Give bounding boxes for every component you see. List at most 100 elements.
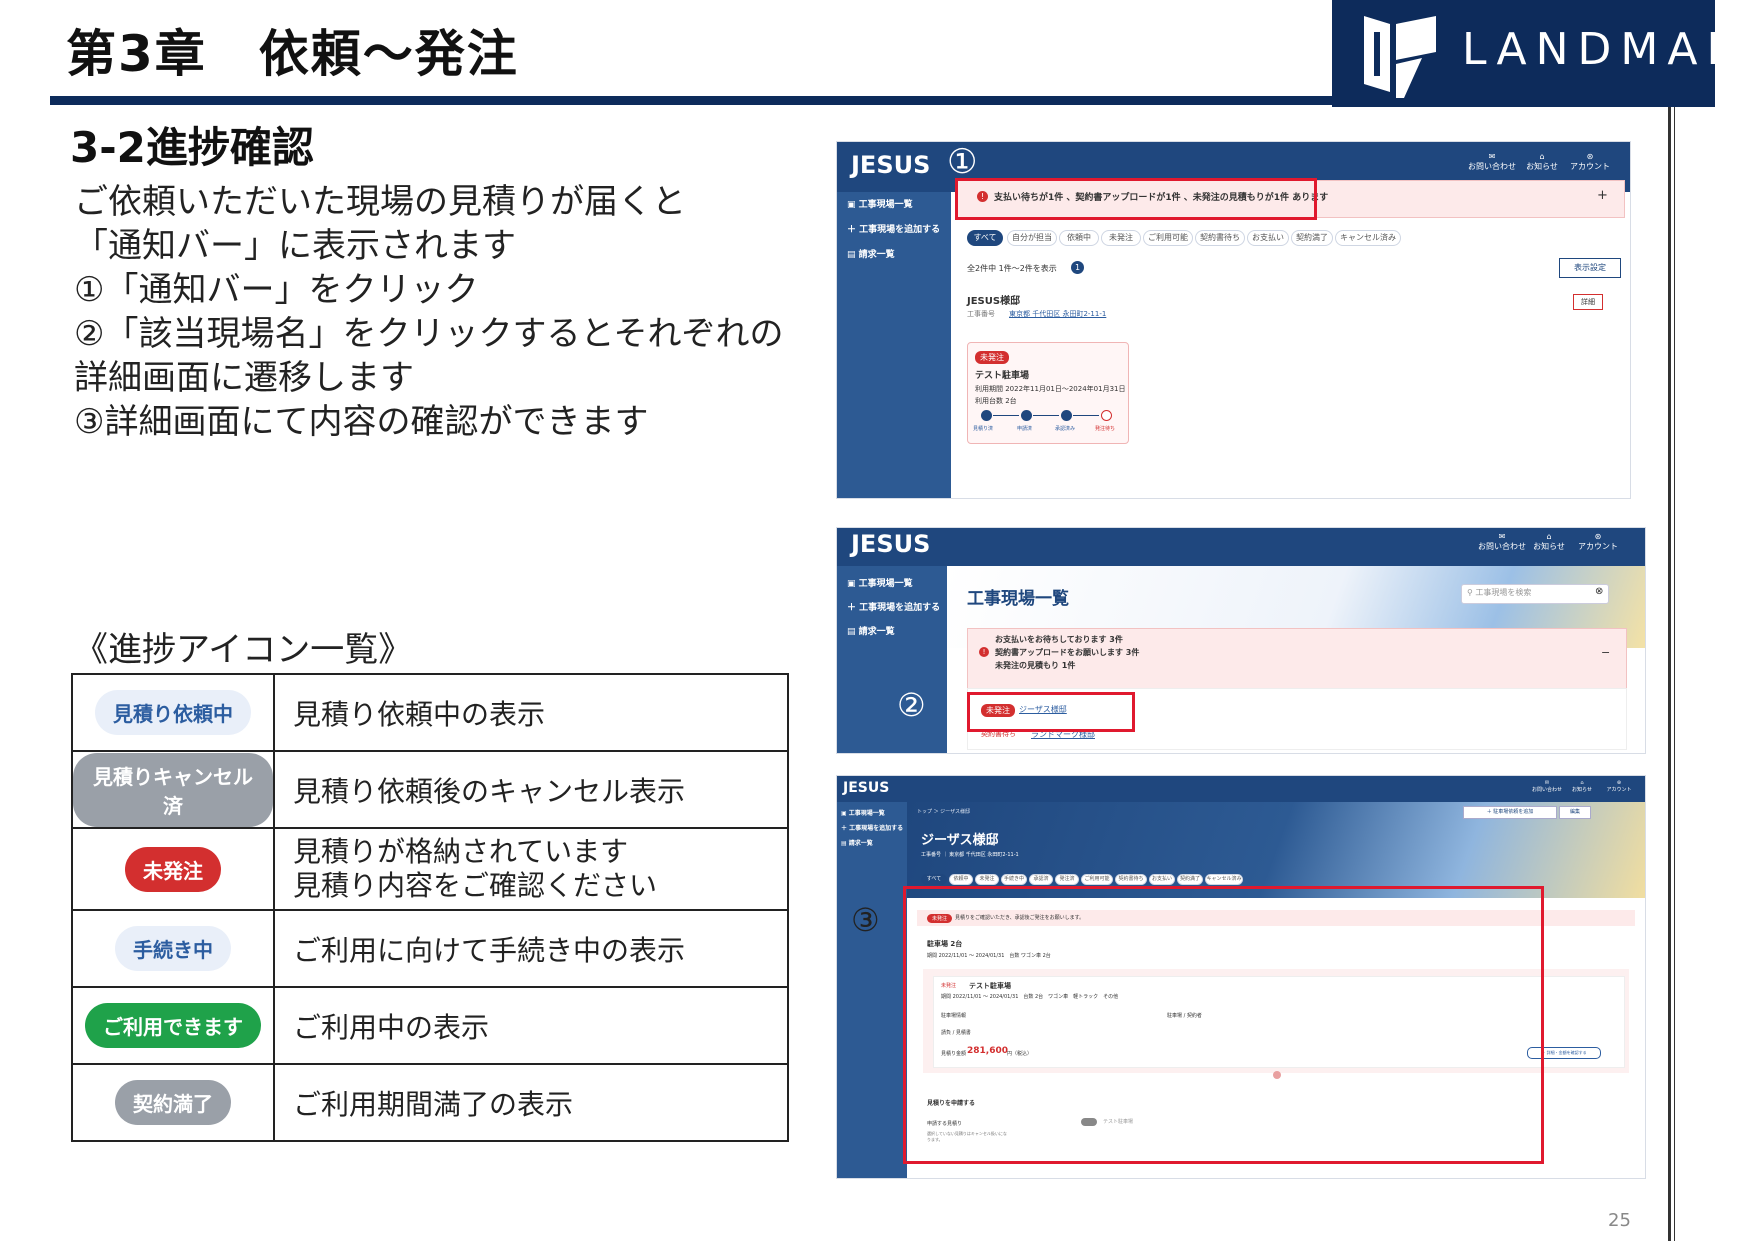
sidebar-item-site-list[interactable]: ▣ 工事現場一覧 [841,808,885,817]
table-row: 見積り依頼中 見積り依頼中の表示 [71,673,789,752]
tab[interactable]: 依頼中 [949,874,973,885]
app-sidebar [837,802,907,1178]
app-header [837,776,1645,802]
detail-button[interactable]: 詳細 [1573,294,1603,310]
expand-button[interactable]: + [1597,188,1608,203]
tab-payment[interactable]: お支払い [1247,230,1289,246]
badge-cell: 見積りキャンセル済 [71,750,275,829]
sidebar-item-invoices[interactable]: ▤ 請求一覧 [847,247,895,260]
tab[interactable]: キャンセル済み [1205,874,1243,885]
sidebar-item-add-site[interactable]: ＋ 工事現場を追加する [841,823,903,832]
landmark-book-icon [1364,16,1436,98]
site-address-link[interactable]: 東京都 千代田区 永田町2-11-1 [1009,309,1106,319]
screenshot-site-list: JESUS ✉ お問い合わせ ⌂ お知らせ ⊛ アカウント ▣ 工事現場一覧 ＋ 工事… [836,141,1631,499]
tab-cancelled[interactable]: キャンセル済み [1335,230,1401,246]
meaning-cell: ご利用に向けて手続き中の表示 [273,909,789,988]
step-dot-current [1101,410,1112,421]
badge-cell: 契約満了 [71,1063,275,1142]
meaning-line: 見積りが格納されています [293,835,629,868]
chapter-title: 第3章 依頼～発注 [66,25,519,83]
tab-expired[interactable]: 契約満了 [1291,230,1333,246]
site-name[interactable]: JESUS様邸 [967,292,1020,307]
user-icon: ⊛ [1616,780,1622,786]
nav-notice[interactable]: ⌂ お知らせ [1529,532,1569,552]
tab-all[interactable]: すべて [921,874,947,885]
tab[interactable]: 承認済 [1029,874,1053,885]
notice-line: 未発注の見積もり 1件 [995,661,1076,670]
nav-contact[interactable]: ✉ お問い合わせ [1467,152,1517,172]
tab[interactable]: 未発注 [975,874,999,885]
sidebar-item-site-list[interactable]: ▣ 工事現場一覧 [847,576,913,589]
edit-button[interactable]: 編集 [1559,806,1591,819]
sidebar-item-add-site[interactable]: ＋ 工事現場を追加する [847,600,940,613]
brand-logo: JESUS [851,530,931,558]
site-no-label: 工事番号 [967,310,995,318]
meaning-cell: 見積りが格納されています 見積り内容をご確認ください [273,827,789,911]
step-label: 見積り済 [973,426,994,432]
nav-notice[interactable]: ⌂ お知らせ [1567,780,1597,794]
sidebar-item-invoices[interactable]: ▤ 請求一覧 [847,624,895,637]
brand-logo: JESUS [843,780,890,796]
tab[interactable]: 発注済 [1055,874,1079,885]
nav-account[interactable]: ⊛ アカウント [1573,532,1623,552]
card-title: テスト駐車場 [975,371,1030,381]
tab-unordered[interactable]: 未発注 [1101,230,1141,246]
description-line: 「通知バー」に表示されます [74,226,516,266]
description-line: 詳細画面に遷移します [74,358,414,398]
sidebar-item-site-list[interactable]: ▣ 工事現場一覧 [847,197,913,210]
tab[interactable]: ご利用可能 [1081,874,1113,885]
add-request-button[interactable]: ＋ 駐車場依頼を追加 [1463,806,1557,819]
nav-contact[interactable]: ✉ お問い合わせ [1477,532,1527,552]
table-row: 契約満了 ご利用期間満了の表示 [71,1063,789,1142]
step-marker: ② [897,686,926,724]
screenshot-site-detail: JESUS ✉ お問い合わせ ⌂ お知らせ ⊛ アカウント ▣ 工事現場一覧 ＋ 工事… [836,775,1646,1179]
highlight-box [903,886,1544,1164]
meaning-line: 見積り内容をご確認ください [293,869,658,902]
nav-account[interactable]: ⊛ アカウント [1599,780,1639,794]
breadcrumb[interactable]: トップ ＞ ジーザス様邸 [917,808,970,815]
meaning-cell: 見積り依頼中の表示 [273,673,789,752]
mail-icon: ✉ [1488,152,1496,161]
tab[interactable]: 契約書待ち [1115,874,1147,885]
collapse-button[interactable]: − [1601,646,1610,659]
step-dot [1021,410,1032,421]
tab[interactable]: 手続き中 [1001,874,1027,885]
tab[interactable]: お支払い [1149,874,1175,885]
description-line: ②「該当現場名」をクリックするとそれぞれの [74,314,784,354]
search-placeholder: ⚲ 工事現場を検索 [1467,588,1532,597]
badge-cell: ご利用できます [71,986,275,1065]
count-text: 全2件中 1件～2件を表示 [967,264,1057,273]
clear-icon[interactable]: ⊗ [1595,586,1603,597]
sidebar-item-invoices[interactable]: ▤ 請求一覧 [841,838,873,847]
user-icon: ⊛ [1594,532,1602,541]
tab-contract-wait[interactable]: 契約書待ち [1195,230,1245,246]
description-line: ①「通知バー」をクリック [74,270,479,310]
nav-notice[interactable]: ⌂ お知らせ [1522,152,1562,172]
card-count: 利用台数 2台 [975,397,1017,405]
section-title: 3-2進捗確認 [70,123,314,172]
table-row: 見積りキャンセル済 見積り依頼後のキャンセル表示 [71,750,789,829]
status-badge: ご利用できます [85,1003,261,1048]
nav-account[interactable]: ⊛ アカウント [1565,152,1615,172]
tab-mine[interactable]: 自分が担当 [1007,230,1057,246]
tab-available[interactable]: ご利用可能 [1143,230,1193,246]
notice-line: 契約書アップロードをお願いします 3件 [995,648,1140,657]
right-rule [1668,107,1671,1241]
page-title: ジーザス様邸 [921,833,999,848]
tab-requested[interactable]: 依頼中 [1059,230,1099,246]
highlight-box [967,692,1135,732]
right-rule-thin [1674,107,1675,1241]
status-badge: 手続き中 [115,926,231,971]
tab-all[interactable]: すべて [967,230,1003,246]
legend-title: 《進捗アイコン一覧》 [74,630,413,670]
tab[interactable]: 契約満了 [1177,874,1203,885]
meaning-cell: ご利用中の表示 [273,986,789,1065]
status-badge: 契約満了 [115,1080,231,1125]
progress-icon-table: 見積り依頼中 見積り依頼中の表示 見積りキャンセル済 見積り依頼後のキャンセル表… [71,673,789,1142]
badge-cell: 見積り依頼中 [71,673,275,752]
header-rule [50,96,1340,105]
step-line [1033,415,1059,416]
display-settings-button[interactable]: 表示設定 [1559,258,1621,278]
sidebar-item-add-site[interactable]: ＋ 工事現場を追加する [847,222,940,235]
nav-contact[interactable]: ✉ お問い合わせ [1527,780,1567,794]
